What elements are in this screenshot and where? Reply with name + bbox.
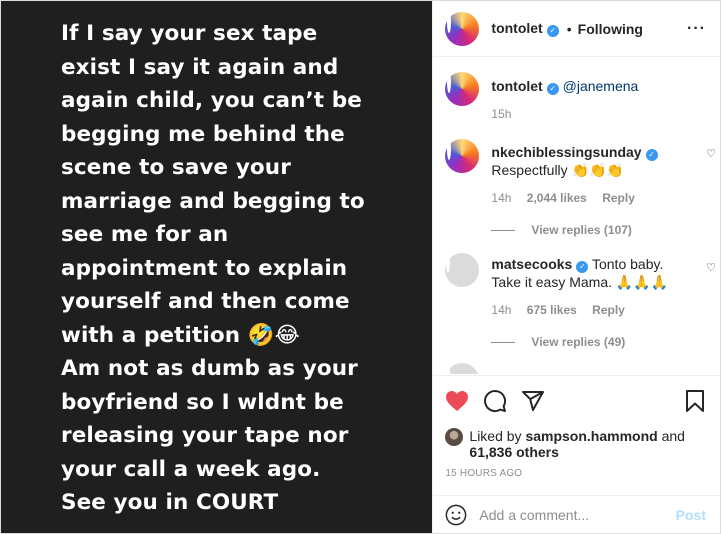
post-image-text-line: Am not as dumb as your <box>61 356 358 381</box>
verified-badge-icon: ✓ <box>546 25 559 37</box>
commenter-username[interactable]: nkechiblessingsunday ✓ <box>491 144 658 161</box>
post-image-text-line: releasing your tape nor <box>61 423 349 448</box>
comment-item: nkechiblessingsunday ✓ Respectfully 👏👏👏 1… <box>445 139 716 207</box>
caption-time[interactable]: 15h <box>491 107 511 121</box>
commenter-username[interactable]: matsecooks ✓ <box>491 256 589 273</box>
post-image[interactable]: If I say your sex tape exist I say it aga… <box>1 1 433 533</box>
post-image-text-line: appointment to explain <box>61 255 348 281</box>
replies-line <box>491 341 516 343</box>
verified-badge-icon: ✓ <box>546 83 559 95</box>
separator-dot: • <box>566 20 572 37</box>
comment-item: matsecooks ✓ Tonto baby. Take it easy Mam… <box>445 252 716 319</box>
comments-list[interactable]: tontolet ✓ @janemena 15h nkechiblessingsu… <box>433 58 720 374</box>
author-username[interactable]: tontolet ✓ <box>491 20 559 37</box>
comment-like-heart-icon[interactable]: ♡ <box>706 259 716 277</box>
post-image-text-line: scene to save your <box>61 155 291 180</box>
post-image-text-line: begging me behind the <box>61 121 345 147</box>
commenter-avatar[interactable] <box>445 362 480 374</box>
following-button[interactable]: Following <box>578 21 643 37</box>
likes-others-link[interactable]: 61,836 others <box>469 444 559 460</box>
reply-button[interactable]: Reply <box>602 191 635 205</box>
replies-line <box>491 229 516 231</box>
liked-by-and: and <box>661 428 685 444</box>
verified-badge-icon: ✓ <box>576 261 589 273</box>
post-dialog: If I say your sex tape exist I say it aga… <box>0 0 721 534</box>
commenter-avatar[interactable] <box>445 139 480 173</box>
more-options-icon[interactable]: ··· <box>687 20 706 38</box>
post-image-text-line: your call a week ago. <box>61 456 321 482</box>
comment-likes[interactable]: 2,044 likes <box>527 191 587 205</box>
post-image-text-line: If I say your sex tape <box>61 21 318 46</box>
liker-avatar[interactable] <box>445 428 464 446</box>
comment-item-partial <box>445 362 706 374</box>
comment-time[interactable]: 14h <box>491 303 511 317</box>
post-comment-button[interactable]: Post <box>676 507 706 523</box>
action-icons <box>445 386 706 416</box>
post-sidebar: tontolet ✓ • Following ··· tontolet ✓ @jan… <box>432 1 720 533</box>
post-image-text-line: see me for an <box>61 222 229 247</box>
comment-likes[interactable]: 675 likes <box>527 303 577 317</box>
comment-bubble-icon[interactable] <box>483 389 507 413</box>
share-paper-plane-icon[interactable] <box>521 389 545 413</box>
post-image-text-line: again child, you can’t be <box>61 88 362 113</box>
post-timestamp[interactable]: 15 HOURS AGO <box>445 468 706 479</box>
save-bookmark-icon[interactable] <box>684 389 706 413</box>
verified-badge-icon: ✓ <box>645 149 658 161</box>
comment-text: Respectfully 👏👏👏 <box>491 162 624 178</box>
add-comment-bar: Post <box>433 495 720 533</box>
caption-avatar[interactable] <box>445 72 480 106</box>
post-image-text-line: with a petition 🤣😂 <box>61 322 300 348</box>
author-avatar[interactable] <box>445 11 480 46</box>
caption-username[interactable]: tontolet ✓ <box>491 78 559 95</box>
like-heart-icon[interactable] <box>445 390 469 412</box>
view-replies-button[interactable]: View replies (107) <box>491 223 706 237</box>
post-image-text-line: exist I say it again and <box>61 54 339 80</box>
likes-summary: Liked by sampson.hammond and 61,836 othe… <box>445 428 706 460</box>
add-comment-input[interactable] <box>479 506 676 523</box>
caption-mention-link[interactable]: @janemena <box>563 78 639 94</box>
liked-by-user-link[interactable]: sampson.hammond <box>525 428 657 444</box>
post-image-text-line: yourself and then come <box>61 289 350 314</box>
comment-time[interactable]: 14h <box>491 191 511 205</box>
reply-button[interactable]: Reply <box>592 303 625 317</box>
post-actions: Liked by sampson.hammond and 61,836 othe… <box>433 375 720 479</box>
post-image-text: If I say your sex tape exist I say it aga… <box>61 17 391 520</box>
caption: tontolet ✓ @janemena 15h <box>445 72 706 123</box>
post-image-text-line: boyfriend so I wldnt be <box>61 389 344 415</box>
post-header: tontolet ✓ • Following ··· <box>433 1 720 57</box>
post-image-text-line: marriage and begging to <box>61 188 365 214</box>
commenter-avatar[interactable] <box>445 252 480 287</box>
post-image-text-line: See you in COURT <box>61 490 279 515</box>
comment-like-heart-icon[interactable]: ♡ <box>706 145 716 163</box>
liked-by-prefix: Liked by <box>469 428 522 444</box>
emoji-smiley-icon[interactable] <box>445 504 467 526</box>
view-replies-button[interactable]: View replies (49) <box>491 335 706 349</box>
